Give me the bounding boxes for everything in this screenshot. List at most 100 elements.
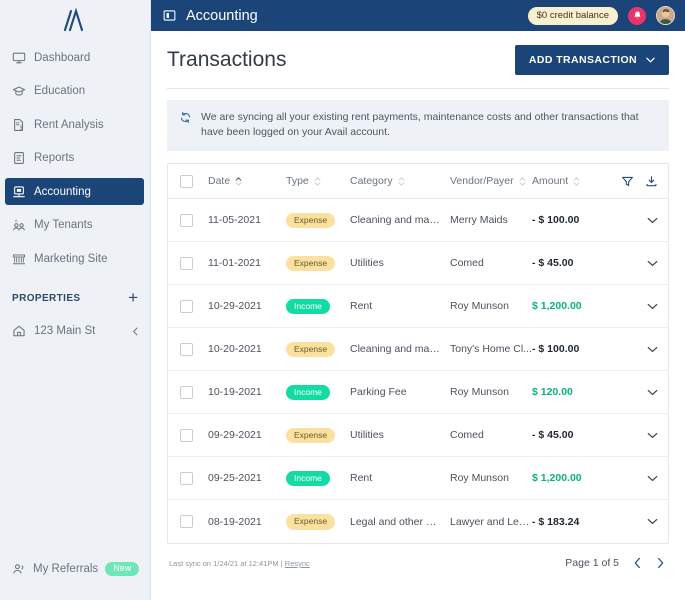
chevron-down-icon[interactable] bbox=[647, 389, 658, 396]
referrals-label: My Referrals bbox=[33, 563, 99, 575]
table-row[interactable]: 10-20-2021 Expense Cleaning and maintenanc… bbox=[168, 328, 668, 372]
column-label: Category bbox=[350, 175, 393, 188]
sidebar-item-dashboard[interactable]: Dashboard bbox=[5, 44, 144, 71]
download-icon[interactable] bbox=[645, 175, 658, 188]
sort-toggle-date[interactable] bbox=[235, 177, 242, 186]
pagination: Page 1 of 5 bbox=[565, 557, 665, 569]
table-header-actions bbox=[612, 175, 658, 188]
notifications-button[interactable] bbox=[628, 6, 646, 25]
amount-text: $ 120.00 bbox=[532, 386, 573, 399]
type-badge: Expense bbox=[286, 212, 336, 229]
next-page-button[interactable] bbox=[656, 557, 665, 569]
row-checkbox[interactable] bbox=[180, 471, 193, 485]
chevron-down-icon bbox=[314, 182, 321, 186]
cell-type: Income bbox=[286, 470, 350, 487]
add-transaction-button[interactable]: ADD TRANSACTION bbox=[514, 45, 669, 75]
cell-vendor: Tony's Home Cl... bbox=[450, 343, 532, 355]
bell-icon bbox=[633, 11, 641, 19]
row-checkbox[interactable] bbox=[180, 515, 193, 529]
type-badge: Expense bbox=[286, 514, 336, 530]
property-item-123-main-st[interactable]: 123 Main St bbox=[0, 320, 150, 342]
type-badge: Income bbox=[286, 298, 330, 315]
type-badge: Income bbox=[286, 470, 330, 487]
cell-amount: - $ 183.24 bbox=[532, 516, 612, 528]
sort-toggle-type[interactable] bbox=[314, 177, 321, 186]
sidebar-item-marketing-site[interactable]: Marketing Site bbox=[5, 245, 144, 272]
row-checkbox[interactable] bbox=[180, 342, 193, 356]
column-label: Vendor/Payer bbox=[450, 175, 514, 188]
credit-balance-pill[interactable]: $0 credit balance bbox=[527, 6, 618, 25]
document-dollar-icon: $ bbox=[14, 118, 24, 131]
sidebar-item-label: Reports bbox=[34, 152, 75, 164]
chevron-down-icon[interactable] bbox=[647, 475, 658, 482]
chevron-down-icon[interactable] bbox=[647, 518, 658, 525]
row-select-cell bbox=[180, 428, 208, 442]
column-header-amount[interactable]: Amount bbox=[532, 175, 612, 187]
panel-toggle-icon[interactable] bbox=[163, 9, 176, 22]
sidebar-item-my-referrals[interactable]: My Referrals New bbox=[0, 554, 150, 584]
amount-text: - $ 45.00 bbox=[532, 429, 574, 442]
row-checkbox[interactable] bbox=[180, 256, 193, 270]
table-row[interactable]: 08-19-2021 Expense Legal and other profess… bbox=[168, 500, 668, 543]
sidebar-item-accounting[interactable]: Accounting bbox=[5, 178, 144, 205]
avatar[interactable] bbox=[656, 6, 675, 25]
row-checkbox[interactable] bbox=[180, 213, 193, 227]
row-checkbox[interactable] bbox=[180, 299, 193, 313]
app-logo[interactable] bbox=[0, 0, 150, 40]
cell-category: Cleaning and maintenance bbox=[350, 343, 450, 355]
amount-text: $ 1,200.00 bbox=[532, 472, 582, 485]
column-label: Type bbox=[286, 175, 309, 188]
cell-vendor: Merry Maids bbox=[450, 214, 532, 226]
cell-type: Expense bbox=[286, 255, 350, 272]
cell-vendor: Roy Munson bbox=[450, 472, 532, 484]
table-row[interactable]: 10-29-2021 Income Rent Roy Munson $ 1,200.00 bbox=[168, 285, 668, 329]
cell-type: Income bbox=[286, 384, 350, 401]
table-row[interactable]: 10-19-2021 Income Parking Fee Roy Munson $ 1… bbox=[168, 371, 668, 415]
column-header-vendor[interactable]: Vendor/Payer bbox=[450, 175, 532, 187]
row-actions bbox=[612, 217, 658, 224]
table-row[interactable]: 11-01-2021 Expense Utilities Comed - $ 45.00 bbox=[168, 242, 668, 286]
select-all-checkbox[interactable] bbox=[180, 174, 193, 188]
row-actions bbox=[612, 260, 658, 267]
table-row[interactable]: 11-05-2021 Expense Cleaning and maintenanc… bbox=[168, 199, 668, 243]
table-row[interactable]: 09-25-2021 Income Rent Roy Munson $ 1,200.00 bbox=[168, 457, 668, 501]
row-actions bbox=[612, 346, 658, 353]
chevron-down-icon bbox=[573, 182, 580, 186]
column-header-type[interactable]: Type bbox=[286, 175, 350, 187]
chevron-down-icon[interactable] bbox=[647, 303, 658, 310]
table-row[interactable]: 09-29-2021 Expense Utilities Comed - $ 45.00 bbox=[168, 414, 668, 458]
vendor-text: Merry Maids bbox=[450, 214, 508, 227]
row-checkbox[interactable] bbox=[180, 385, 193, 399]
resync-link[interactable]: Resync bbox=[285, 559, 310, 568]
filter-funnel-icon[interactable] bbox=[621, 175, 634, 188]
column-header-category[interactable]: Category bbox=[350, 175, 450, 187]
column-header-date[interactable]: Date bbox=[208, 175, 286, 187]
chevron-down-icon[interactable] bbox=[647, 346, 658, 353]
chevron-down-icon[interactable] bbox=[647, 432, 658, 439]
sidebar-item-education[interactable]: Education bbox=[5, 78, 144, 105]
chevron-right-icon bbox=[658, 558, 664, 569]
sidebar-item-my-tenants[interactable]: A My Tenants bbox=[5, 212, 144, 239]
page-header: Transactions ADD TRANSACTION bbox=[167, 31, 669, 88]
user-avatar-image bbox=[657, 7, 674, 24]
cell-category: Utilities bbox=[350, 429, 450, 441]
chevron-down-icon[interactable] bbox=[647, 217, 658, 224]
properties-title: PROPERTIES bbox=[12, 292, 81, 304]
report-icon bbox=[14, 152, 24, 164]
sidebar-item-reports[interactable]: Reports bbox=[5, 145, 144, 172]
chevron-down-icon[interactable] bbox=[647, 260, 658, 267]
cell-amount: $ 120.00 bbox=[532, 386, 612, 398]
sort-toggle-vendor[interactable] bbox=[519, 177, 526, 186]
sidebar-item-rent-analysis[interactable]: $ Rent Analysis bbox=[5, 111, 144, 138]
category-text: Utilities bbox=[350, 429, 384, 442]
sort-toggle-category[interactable] bbox=[398, 177, 405, 186]
row-checkbox[interactable] bbox=[180, 428, 193, 442]
row-actions bbox=[612, 389, 658, 396]
chevron-left-icon[interactable] bbox=[131, 327, 140, 336]
cell-amount: - $ 45.00 bbox=[532, 257, 612, 269]
sort-toggle-amount[interactable] bbox=[573, 177, 580, 186]
row-select-cell bbox=[180, 515, 208, 529]
sidebar-item-label: Marketing Site bbox=[34, 252, 108, 265]
prev-page-button[interactable] bbox=[633, 557, 642, 569]
plus-icon[interactable]: + bbox=[128, 289, 138, 306]
